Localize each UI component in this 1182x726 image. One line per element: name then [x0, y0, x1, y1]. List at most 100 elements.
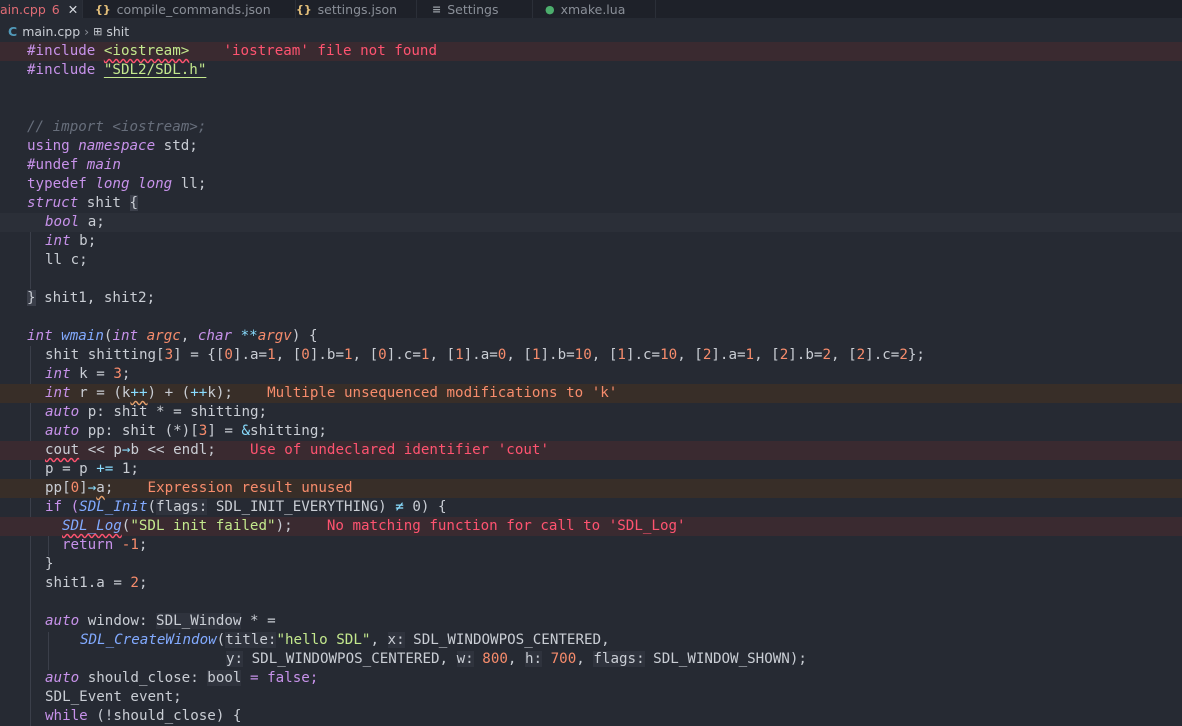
code-token: * = — [241, 613, 276, 629]
tab-compile-commands[interactable]: {} compile_commands.json — [83, 0, 296, 18]
code-line[interactable]: shit1.a = 2; — [0, 574, 1182, 593]
code-token: 1; — [113, 461, 139, 477]
close-icon[interactable]: ✕ — [68, 2, 78, 17]
code-number: 3 — [113, 366, 122, 382]
code-line[interactable]: return -1; — [0, 536, 1182, 555]
function-name: SDL_CreateWindow — [80, 632, 217, 648]
code-token: ); — [275, 518, 293, 534]
code-line[interactable]: while (!should_close) { — [0, 707, 1182, 726]
json-braces-icon: {} — [95, 2, 111, 16]
code-line[interactable]: if (SDL_Init(flags: SDL_INIT_EVERYTHING)… — [0, 498, 1182, 517]
code-token: ; — [121, 366, 131, 382]
code-token: shit1, shit2; — [35, 290, 156, 306]
code-line[interactable]: int r = (k++) + (++k); Multiple unsequen… — [0, 384, 1182, 403]
breadcrumb-symbol[interactable]: shit — [106, 24, 129, 39]
code-line[interactable]: auto pp: shit (*)[3] = &shitting; — [0, 422, 1182, 441]
code-token: (!should_close) { — [87, 708, 242, 724]
tab-main-cpp[interactable]: ain.cpp 6 ✕ — [0, 0, 83, 18]
code-line[interactable]: #include "SDL2/SDL.h" — [0, 61, 1182, 80]
code-token: typedef — [27, 176, 96, 192]
code-token: << p — [79, 442, 122, 458]
code-line[interactable]: int wmain(int argc, char **argv) { — [0, 327, 1182, 346]
code-token: pp[ — [45, 480, 71, 496]
code-token: while — [45, 708, 88, 724]
code-line[interactable]: shit shitting[3] = {[0].a=1, [0].b=1, [0… — [0, 346, 1182, 365]
code-token: int — [112, 328, 147, 344]
code-line[interactable]: int b; — [0, 232, 1182, 251]
inlay-hint: w: — [456, 651, 474, 667]
function-name: wmain — [61, 328, 104, 344]
lua-globe-icon: ● — [545, 2, 555, 16]
code-token: p = p — [45, 461, 97, 477]
code-param: argv — [257, 328, 292, 344]
code-line[interactable]: y: SDL_WINDOWPOS_CENTERED, w: 800, h: 70… — [0, 650, 1182, 669]
inlay-hint: y: — [226, 651, 244, 667]
tab-xmake-lua[interactable]: ● xmake.lua — [533, 0, 656, 18]
inlay-hint: bool — [207, 670, 242, 686]
code-line[interactable]: SDL_Log("SDL init failed"); No matching … — [0, 517, 1182, 536]
code-line[interactable]: int k = 3; — [0, 365, 1182, 384]
code-number: 0 — [70, 480, 80, 496]
code-token: , [ — [429, 347, 456, 363]
code-token: should_close: — [79, 670, 208, 686]
tab-label: ain.cpp — [0, 1, 46, 17]
code-token: #include — [27, 43, 104, 59]
code-line[interactable]: } shit1, shit2; — [0, 289, 1182, 308]
warning-message: Expression result unused — [147, 480, 353, 496]
json-braces-icon: {} — [296, 2, 312, 16]
code-number: 1 — [455, 347, 464, 363]
code-token: shit — [78, 195, 130, 211]
inlay-hint: x: — [387, 632, 405, 648]
code-line[interactable]: auto p: shit * = shitting; — [0, 403, 1182, 422]
editor-tab-bar: ain.cpp 6 ✕ {} compile_commands.json {} … — [0, 0, 1182, 18]
code-line[interactable]: auto window: SDL_Window * = — [0, 612, 1182, 631]
code-line[interactable]: pp[0]→a; Expression result unused — [0, 479, 1182, 498]
bracket-match: } — [27, 290, 36, 306]
code-number: 2 — [822, 347, 831, 363]
code-number: 0 — [301, 347, 310, 363]
error-message: 'iostream' file not found — [223, 43, 438, 59]
code-token: , [ — [754, 347, 780, 363]
tab-label: xmake.lua — [560, 1, 626, 17]
code-line[interactable]: using namespace std; — [0, 137, 1182, 156]
code-line[interactable]: auto should_close: bool = false; — [0, 669, 1182, 688]
tab-settings-json[interactable]: {} settings.json — [284, 0, 417, 18]
code-number: 1 — [531, 347, 541, 363]
code-token: k = — [70, 366, 114, 382]
code-comment: // import <iostream>; — [27, 119, 207, 135]
code-line[interactable]: #undef main — [0, 156, 1182, 175]
code-token: ].a= — [711, 347, 746, 363]
cpp-file-icon: C — [8, 23, 18, 39]
breadcrumb-file[interactable]: main.cpp — [22, 24, 80, 39]
code-token: → — [87, 480, 97, 496]
code-line[interactable]: struct shit { — [0, 194, 1182, 213]
code-token: ** — [240, 328, 258, 344]
code-token: , — [180, 328, 198, 344]
code-token: SDL_WINDOWPOS_CENTERED, — [404, 632, 610, 648]
tab-settings[interactable]: ≡ Settings — [420, 0, 533, 18]
code-token: return — [62, 537, 122, 553]
code-token: a — [96, 480, 105, 496]
code-line[interactable]: p = p += 1; — [0, 460, 1182, 479]
code-line-current[interactable]: bool a; — [0, 213, 1182, 232]
code-token: int — [45, 233, 71, 249]
code-string: "hello SDL" — [276, 632, 371, 648]
code-line[interactable]: cout << p→b << endl; Use of undeclared i… — [0, 441, 1182, 460]
code-token: += — [96, 461, 114, 477]
code-token: std; — [155, 138, 198, 154]
code-line[interactable]: ll c; — [0, 251, 1182, 270]
code-line[interactable]: SDL_CreateWindow(title:"hello SDL", x: S… — [0, 631, 1182, 650]
code-number: 1 — [745, 347, 755, 363]
problem-count-badge: 6 — [51, 1, 60, 17]
code-token: ].b= — [540, 347, 575, 363]
code-string: "SDL init failed" — [130, 518, 276, 534]
code-line[interactable]: } — [0, 555, 1182, 574]
code-token: ll c; — [45, 252, 88, 268]
code-line[interactable]: // import <iostream>; — [0, 118, 1182, 137]
code-line[interactable]: SDL_Event event; — [0, 688, 1182, 707]
error-message: Use of undeclared identifier 'cout' — [250, 442, 549, 458]
inlay-hint: flags: — [156, 499, 208, 515]
code-line[interactable]: typedef long long ll; — [0, 175, 1182, 194]
code-line[interactable]: #include <iostream> 'iostream' file not … — [0, 42, 1182, 61]
code-token: #undef — [27, 157, 87, 173]
